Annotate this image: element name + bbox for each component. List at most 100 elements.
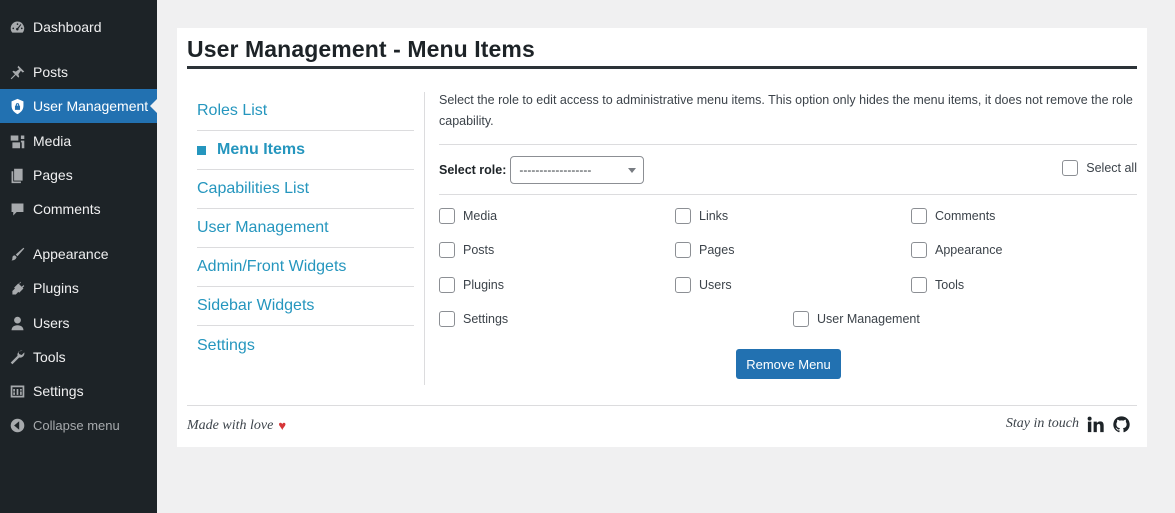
sidebar-item-label: Posts: [33, 64, 69, 80]
role-select[interactable]: ------------------: [510, 156, 645, 184]
checkbox-label: Pages: [699, 243, 735, 257]
checkbox-label: Users: [699, 278, 732, 292]
checkbox-posts[interactable]: Posts: [439, 242, 494, 258]
subnav-capabilities-list[interactable]: Capabilities List: [197, 170, 414, 209]
checkbox-pages[interactable]: Pages: [675, 242, 734, 258]
sidebar-item-label: Dashboard: [33, 19, 102, 35]
subnav-menu-items[interactable]: Menu Items: [197, 131, 414, 170]
subnav-user-management[interactable]: User Management: [197, 209, 414, 248]
checkbox-label: Posts: [463, 243, 495, 257]
checkbox-media[interactable]: Media: [439, 208, 497, 224]
github-icon[interactable]: [1111, 414, 1131, 434]
sidebar-item-comments[interactable]: Comments: [0, 192, 157, 226]
subnav-admin-front-widgets[interactable]: Admin/Front Widgets: [197, 248, 414, 287]
pages-icon: [7, 165, 27, 185]
checkbox-label: Tools: [935, 278, 965, 292]
media-icon: [7, 131, 27, 151]
menu-items-content: Select the role to edit access to admini…: [439, 90, 1137, 379]
checkbox[interactable]: [439, 242, 455, 258]
footer-credit: Made with love ♥: [187, 418, 286, 434]
divider: [439, 144, 1137, 145]
checkbox[interactable]: [675, 242, 691, 258]
sidebar-item-users[interactable]: Users: [0, 306, 157, 340]
checkbox[interactable]: [675, 277, 691, 293]
linkedin-icon[interactable]: [1085, 414, 1105, 434]
checkbox-label: User Management: [817, 312, 920, 326]
footer-divider: [187, 405, 1137, 406]
checkbox-label: Plugins: [463, 278, 504, 292]
checkbox[interactable]: [911, 208, 927, 224]
checkbox[interactable]: [439, 311, 455, 327]
checkbox-label: Appearance: [935, 243, 1003, 257]
checkbox-appearance[interactable]: Appearance: [911, 242, 1002, 258]
checkbox-label: Settings: [463, 312, 509, 326]
heart-icon: ♥: [278, 418, 287, 433]
sidebar-item-label: Comments: [33, 201, 101, 217]
sidebar-item-appearance[interactable]: Appearance: [0, 237, 157, 271]
sidebar-item-settings[interactable]: Settings: [0, 374, 157, 408]
description-text: Select the role to edit access to admini…: [439, 93, 1133, 128]
checkbox-tools[interactable]: Tools: [911, 277, 964, 293]
subnav-roles-list[interactable]: Roles List: [197, 92, 414, 131]
checkbox[interactable]: [911, 277, 927, 293]
checkbox[interactable]: [439, 208, 455, 224]
checkbox-links[interactable]: Links: [675, 208, 728, 224]
title-divider: [187, 66, 1137, 69]
role-row: Select role: ------------------ Select a…: [439, 156, 1137, 184]
pin-icon: [7, 62, 27, 82]
sidebar-item-plugins[interactable]: Plugins: [0, 271, 157, 305]
collapse-menu-label: Collapse menu: [33, 417, 120, 433]
sidebar-item-dashboard[interactable]: Dashboard: [0, 10, 157, 44]
role-select-value: ------------------: [519, 163, 592, 177]
sidebar-item-user-management[interactable]: User Management: [0, 89, 158, 123]
checkbox[interactable]: [675, 208, 691, 224]
checkbox[interactable]: [1062, 160, 1079, 176]
checkbox-settings[interactable]: Settings: [439, 311, 508, 327]
settings-icon: [7, 381, 27, 401]
collapse-icon: [7, 415, 27, 435]
select-all-label: Select all: [1086, 161, 1137, 175]
wrench-icon: [7, 347, 27, 367]
checkbox[interactable]: [439, 277, 455, 293]
checkbox-users[interactable]: Users: [675, 277, 732, 293]
plugin-icon: [7, 278, 27, 298]
sidebar-item-tools[interactable]: Tools: [0, 340, 157, 374]
checkbox[interactable]: [793, 311, 809, 327]
dashboard-icon: [7, 17, 27, 37]
sidebar-item-label: Tools: [33, 349, 66, 365]
role-label: Select role:: [439, 163, 507, 177]
subnav-sidebar-widgets[interactable]: Sidebar Widgets: [197, 287, 414, 326]
footer-made-with-love: Made with love: [187, 418, 274, 433]
footer-social: Stay in touch: [1006, 414, 1131, 434]
chevron-down-icon: [628, 168, 637, 173]
admin-sidebar: Dashboard Posts User Management Media Pa…: [0, 0, 158, 513]
checkbox-label: Links: [699, 209, 729, 223]
footer-stay-in-touch: Stay in touch: [1005, 416, 1079, 431]
main-panel: User Management - Menu Items Roles List …: [177, 28, 1147, 447]
remove-menu-button[interactable]: Remove Menu: [736, 349, 841, 379]
sidebar-item-label: Settings: [33, 383, 84, 399]
sidebar-item-label: Media: [33, 133, 72, 149]
subnav-menu-items-label: Menu Items: [217, 141, 306, 158]
sidebar-item-media[interactable]: Media: [0, 124, 157, 158]
checkbox[interactable]: [911, 242, 927, 258]
sidebar-item-label: Plugins: [33, 280, 79, 296]
sidebar-item-pages[interactable]: Pages: [0, 158, 157, 192]
checkbox-label: Comments: [935, 209, 996, 223]
active-marker-icon: [197, 145, 206, 155]
select-all-checkbox[interactable]: Select all: [1062, 160, 1137, 176]
checkbox-plugins[interactable]: Plugins: [439, 277, 504, 293]
sidebar-item-posts[interactable]: Posts: [0, 55, 157, 89]
collapse-menu-button[interactable]: Collapse menu: [0, 408, 157, 442]
subnav-settings[interactable]: Settings: [197, 326, 414, 365]
vertical-divider: [424, 92, 425, 385]
sidebar-item-label: Users: [33, 315, 70, 331]
sidebar-item-label: Pages: [33, 167, 73, 183]
subnav: Roles List Menu Items Capabilities List …: [197, 92, 414, 365]
checkbox-user-management[interactable]: User Management: [793, 311, 920, 327]
page-title: User Management - Menu Items: [187, 36, 535, 62]
checkbox-comments[interactable]: Comments: [911, 208, 995, 224]
user-icon: [7, 313, 27, 333]
checkbox-label: Media: [463, 209, 498, 223]
sidebar-item-label: User Management: [33, 98, 149, 114]
